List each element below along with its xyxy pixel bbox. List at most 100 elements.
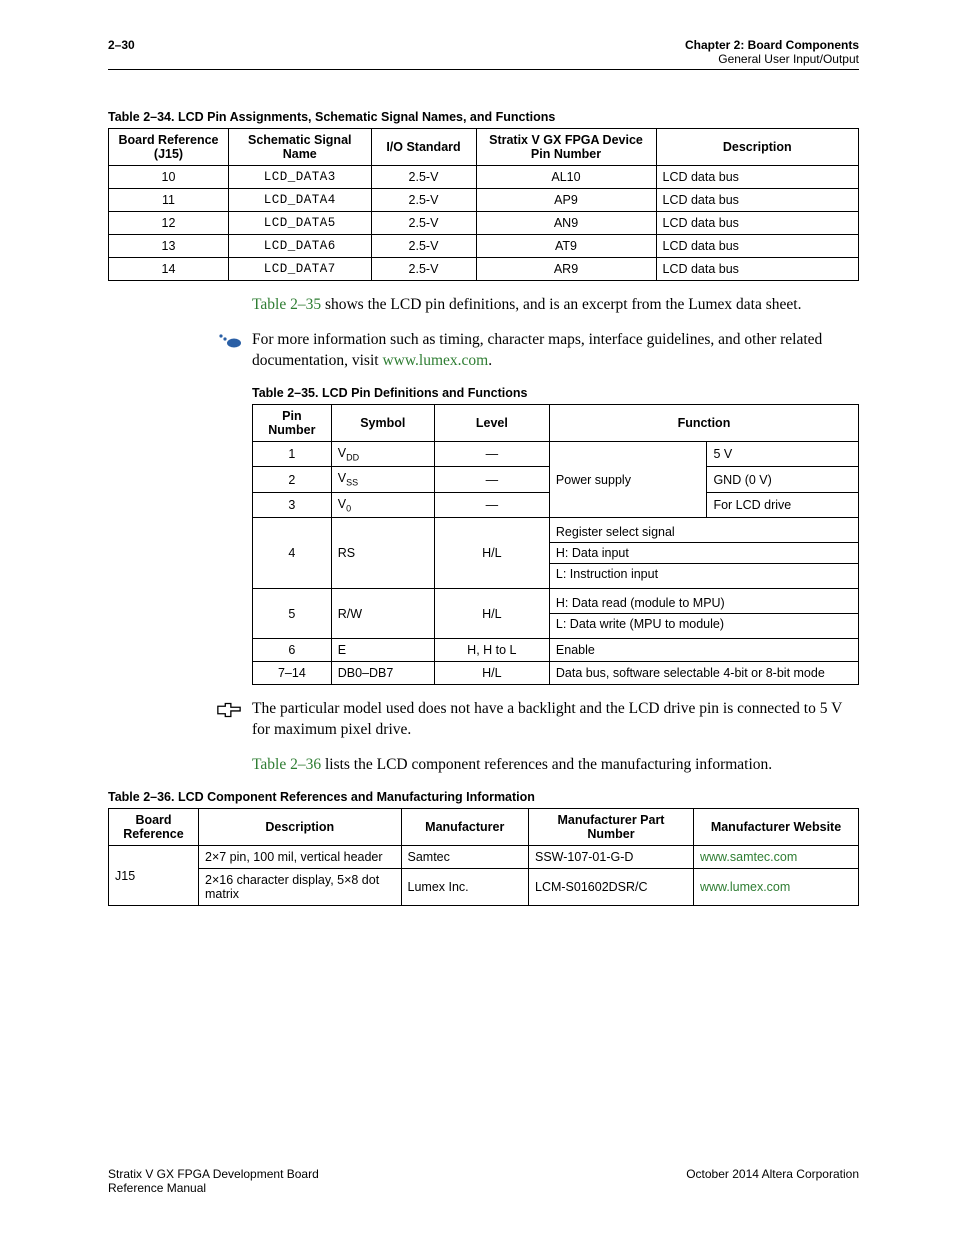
table-row: 10LCD_DATA32.5-VAL10LCD data bus (109, 166, 859, 189)
cell-pin: 2 (253, 467, 332, 493)
para-text: shows the LCD pin definitions, and is an… (321, 296, 801, 313)
cell-symbol: V0 (331, 492, 434, 518)
cell-desc: 2×16 character display, 5×8 dot matrix (199, 869, 402, 906)
cell-part: SSW-107-01-G-D (529, 846, 694, 869)
th-level: Level (434, 404, 549, 441)
link-lumex[interactable]: www.lumex.com (382, 352, 488, 369)
table-row: 6 E H, H to L Enable (253, 639, 859, 662)
info-note-1: For more information such as timing, cha… (108, 330, 859, 372)
th-manufacturer: Manufacturer (401, 809, 529, 846)
info-note-2: The particular model used does not have … (108, 699, 859, 741)
cell-desc: LCD data bus (656, 235, 859, 258)
cell-symbol: VSS (331, 467, 434, 493)
cell-signal: LCD_DATA5 (229, 212, 372, 235)
cell-pin: 3 (253, 492, 332, 518)
th-pin-number: Pin Number (253, 404, 332, 441)
cell-desc: LCD data bus (656, 258, 859, 281)
cell-pin: AR9 (476, 258, 656, 281)
cell-level: — (434, 467, 549, 493)
cell-signal: LCD_DATA4 (229, 189, 372, 212)
cell-pin: AN9 (476, 212, 656, 235)
cell-manufacturer: Lumex Inc. (401, 869, 529, 906)
table-row: 13LCD_DATA62.5-VAT9LCD data bus (109, 235, 859, 258)
cell-io: 2.5-V (371, 235, 476, 258)
table-row: 4 RS H/L Register select signal H: Data … (253, 518, 859, 589)
cell-io: 2.5-V (371, 258, 476, 281)
note-text-after: . (488, 352, 492, 369)
cell-func2: 5 V (707, 441, 859, 467)
table-36: Board Reference Description Manufacturer… (108, 808, 859, 906)
cell-pin: AT9 (476, 235, 656, 258)
footer-doc-sub: Reference Manual (108, 1181, 319, 1195)
bubble-icon (108, 330, 252, 350)
table-34-caption: Table 2–34. LCD Pin Assignments, Schemat… (108, 110, 859, 124)
cell-desc: LCD data bus (656, 166, 859, 189)
cell-ref: 11 (109, 189, 229, 212)
link-samtec[interactable]: www.samtec.com (700, 850, 797, 864)
cell-ref: 10 (109, 166, 229, 189)
table-35: Pin Number Symbol Level Function 1 VDD —… (252, 404, 859, 686)
cell-level: — (434, 492, 549, 518)
cell-manufacturer: Samtec (401, 846, 529, 869)
footer-doc-title: Stratix V GX FPGA Development Board (108, 1167, 319, 1181)
cell-level: H, H to L (434, 639, 549, 662)
table-row: 7–14 DB0–DB7 H/L Data bus, software sele… (253, 662, 859, 685)
footer-left: Stratix V GX FPGA Development Board Refe… (108, 1167, 319, 1195)
cell-signal: LCD_DATA3 (229, 166, 372, 189)
cell-pin: 1 (253, 441, 332, 467)
cell-signal: LCD_DATA6 (229, 235, 372, 258)
th-website: Manufacturer Website (694, 809, 859, 846)
cell-site: www.lumex.com (694, 869, 859, 906)
para-table36-ref: Table 2–36 lists the LCD component refer… (252, 755, 859, 776)
cell-io: 2.5-V (371, 189, 476, 212)
table-row: 11LCD_DATA42.5-VAP9LCD data bus (109, 189, 859, 212)
cell-symbol: R/W (331, 589, 434, 639)
th-description: Description (656, 129, 859, 166)
th-description: Description (199, 809, 402, 846)
cell-pin: 5 (253, 589, 332, 639)
table-35-caption: Table 2–35. LCD Pin Definitions and Func… (252, 386, 859, 400)
th-part-number: Manufacturer Part Number (529, 809, 694, 846)
cell-desc: 2×7 pin, 100 mil, vertical header (199, 846, 402, 869)
link-table-35[interactable]: Table 2–35 (252, 296, 321, 313)
cell-function: Register select signal H: Data input L: … (549, 518, 858, 589)
th-board-ref: Board Reference (J15) (109, 129, 229, 166)
cell-pin: 6 (253, 639, 332, 662)
cell-symbol: DB0–DB7 (331, 662, 434, 685)
table-row: 12LCD_DATA52.5-VAN9LCD data bus (109, 212, 859, 235)
cell-site: www.samtec.com (694, 846, 859, 869)
link-lumex-2[interactable]: www.lumex.com (700, 880, 790, 894)
table-row: J15 2×7 pin, 100 mil, vertical header Sa… (109, 846, 859, 869)
note-text-before: For more information such as timing, cha… (252, 331, 822, 369)
cell-symbol: E (331, 639, 434, 662)
table-row: Pin Number Symbol Level Function (253, 404, 859, 441)
header-rule (108, 69, 859, 70)
cell-io: 2.5-V (371, 212, 476, 235)
cell-symbol: VDD (331, 441, 434, 467)
cell-io: 2.5-V (371, 166, 476, 189)
cell-function: H: Data read (module to MPU) L: Data wri… (549, 589, 858, 639)
info-text: For more information such as timing, cha… (252, 330, 859, 372)
cell-pin: AL10 (476, 166, 656, 189)
cell-pin: 7–14 (253, 662, 332, 685)
chapter-title: Chapter 2: Board Components (685, 38, 859, 52)
cell-func2: For LCD drive (707, 492, 859, 518)
table-row: Board Reference Description Manufacturer… (109, 809, 859, 846)
table-row: Board Reference (J15) Schematic Signal N… (109, 129, 859, 166)
cell-level: H/L (434, 662, 549, 685)
cell-pin: 4 (253, 518, 332, 589)
table-36-caption: Table 2–36. LCD Component References and… (108, 790, 859, 804)
th-board-ref: Board Reference (109, 809, 199, 846)
cell-symbol: RS (331, 518, 434, 589)
table-34: Board Reference (J15) Schematic Signal N… (108, 128, 859, 281)
link-table-36[interactable]: Table 2–36 (252, 756, 321, 773)
table-row: 2×16 character display, 5×8 dot matrix L… (109, 869, 859, 906)
note-2-text: The particular model used does not have … (252, 699, 859, 741)
page-footer: Stratix V GX FPGA Development Board Refe… (108, 1167, 859, 1195)
cell-func1: Power supply (549, 441, 707, 518)
table-row: 14LCD_DATA72.5-VAR9LCD data bus (109, 258, 859, 281)
page-header: 2–30 Chapter 2: Board Components General… (108, 38, 859, 66)
th-function: Function (549, 404, 858, 441)
cell-ref: 13 (109, 235, 229, 258)
cell-level: — (434, 441, 549, 467)
